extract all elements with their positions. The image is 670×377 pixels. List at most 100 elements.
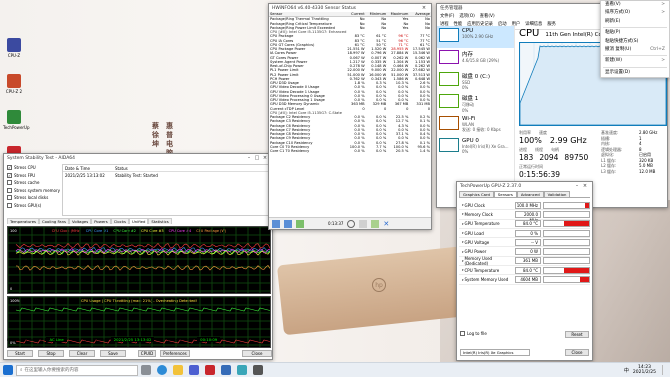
desktop-icon[interactable]: TechPowerUp [3,110,30,130]
sensor-row[interactable]: IA Cores Power 18.997 W 0.796 W 27.884 W 15.… [269,51,431,55]
reset-icon[interactable]: ✕ [383,220,391,228]
context-menu-item[interactable]: 粘贴(P) [601,29,669,37]
tm-resource-item[interactable]: 磁盘 1 可移动 0% [437,92,514,114]
desktop-icon[interactable]: CPU-Z [3,38,25,58]
notification-icon[interactable] [662,365,670,375]
aida-tab[interactable]: Voltages [69,218,92,224]
dropdown-icon[interactable]: ▾ [462,250,464,254]
clock-icon[interactable] [347,219,356,228]
close-icon[interactable]: × [581,183,589,189]
ime-indicator[interactable]: 中 [624,367,629,374]
context-menu-item[interactable]: 刷新(E) [601,18,669,26]
context-menu-item[interactable]: 粘贴快捷方式(S) [601,38,669,46]
network-icon[interactable] [296,219,304,228]
settings-icon[interactable] [359,219,368,228]
aida-tab[interactable]: Powers [91,218,111,224]
stress-option[interactable]: ✓ Stress FPU [7,172,61,180]
aida-tab[interactable]: Clocks [110,218,130,224]
tm-resource-item[interactable]: Wi-Fi WLAN 发送: 0 接收: 0 Kbps [437,114,514,136]
task-manager-taskbar-icon[interactable] [237,365,247,375]
tm-menu-item[interactable]: 文件(F) [440,13,454,19]
store-icon[interactable] [189,365,199,375]
save-report-icon[interactable] [371,219,380,228]
close-button[interactable]: Close [565,349,589,356]
dropdown-icon[interactable]: ▾ [462,212,464,216]
hwinfo-taskbar-icon[interactable] [221,365,231,375]
minimize-icon[interactable]: – [245,155,253,161]
aida-tab[interactable]: Unified [129,218,149,224]
gpuz-window[interactable]: TechPowerUp GPU-Z 2.37.0 – × Graphics Card… [456,181,593,361]
sensor-row[interactable]: PL1 Power Limit 22.000 W 9.000 W 22.000 W 27… [269,68,431,72]
stop-button[interactable]: Stop [38,350,64,357]
edge-icon[interactable] [157,365,167,375]
dropdown-icon[interactable]: ▾ [462,268,464,272]
cpuid-button[interactable]: CPUID [138,350,156,357]
aida64-titlebar[interactable]: System Stability Test - AIDA64– □ × [4,154,272,162]
context-menu-item[interactable]: 显示设置(D) [601,69,669,77]
gpu-select[interactable]: Intel(R) Iris(R) Xe Graphics [460,349,530,356]
dropdown-icon[interactable]: ▾ [462,231,464,235]
stress-option[interactable]: Stress cache [7,179,61,187]
tm-resource-item[interactable]: 磁盘 0 (C:) SSD 0% [437,70,514,92]
aida64-window[interactable]: System Stability Test - AIDA64– □ × ✓ Stres… [3,153,273,360]
tm-tab[interactable]: 详细信息 [525,21,542,28]
start-button[interactable]: Start [7,350,33,357]
stress-option[interactable]: Stress GPU(s) [7,202,61,210]
tm-resource-item[interactable]: GPU 0 Intel(R) Iris(R) Xe Gra... 0% [437,136,514,158]
stress-option[interactable]: Stress local disks [7,194,61,202]
explorer-icon[interactable] [173,365,183,375]
save-button[interactable]: Save [100,350,126,357]
context-menu-item[interactable]: 撤消 复制(U) Ctrl+Z [601,46,669,54]
context-menu-item[interactable]: 新建(W) > [601,57,669,65]
dropdown-icon[interactable]: ▾ [462,259,464,263]
context-menu-item[interactable]: 排序方式(O) > [601,9,669,17]
nav-back-icon[interactable] [272,219,280,228]
tm-menu-item[interactable]: 查看(V) [480,13,495,19]
dropdown-icon[interactable]: ▾ [462,278,464,282]
stress-checkbox[interactable]: ✓ [7,165,12,171]
minimize-icon[interactable]: – [573,183,581,189]
gpuz-titlebar[interactable]: TechPowerUp GPU-Z 2.37.0 – × [457,182,592,190]
context-menu-item[interactable]: 个性化(R) [601,77,669,78]
stress-option[interactable]: Stress system memory [7,187,61,195]
gpuz-tab[interactable]: Validation [543,191,571,197]
stress-checkbox[interactable]: ✓ [7,172,12,178]
close-button[interactable]: Close [242,350,272,357]
preferences-button[interactable]: Preferences [160,350,190,357]
gpuz-taskbar-icon[interactable] [253,365,263,375]
aida-tab[interactable]: Statistics [148,218,172,224]
stress-checkbox[interactable] [7,195,12,201]
close-icon[interactable]: × [420,5,428,11]
aida-tab[interactable]: Cooling Fans [39,218,70,224]
tm-tab[interactable]: 服务 [547,21,556,28]
maximize-icon[interactable]: □ [253,155,261,161]
aida-tab[interactable]: Temperatures [7,218,40,224]
gpuz-tab[interactable]: Sensors [493,191,517,197]
hwinfo-titlebar[interactable]: HWiNFO64 v6.40-4330 Sensor Status × [269,4,431,12]
gpuz-tab[interactable]: Advanced [516,191,544,197]
stress-checkbox[interactable] [7,202,12,208]
tm-menu-item[interactable]: 选项(O) [459,13,474,19]
taskbar-search[interactable]: ⌕ 在这里输入你要搜索的内容 [16,364,138,376]
clear-button[interactable]: Clear [69,350,95,357]
log-checkbox[interactable] [460,331,465,336]
dropdown-icon[interactable]: ▾ [462,240,464,244]
context-menu-item[interactable]: 查看(V) > [601,1,669,9]
column-header[interactable]: Maximum [387,12,410,18]
stress-checkbox[interactable] [7,187,12,193]
tm-resource-item[interactable]: CPU 100% 2.90 GHz [437,26,514,48]
stress-option[interactable]: ✓ Stress CPU [7,164,61,172]
nav-forward-icon[interactable] [284,219,292,228]
aida64-taskbar-icon[interactable] [205,365,215,375]
task-view-icon[interactable] [141,365,151,375]
hwinfo-window[interactable]: HWiNFO64 v6.40-4330 Sensor Status × Senso… [268,3,432,230]
start-icon[interactable] [3,365,13,375]
gpuz-tab[interactable]: Graphics Card [459,191,494,197]
reset-button[interactable]: Reset [565,331,589,338]
dropdown-icon[interactable]: ▾ [462,203,464,207]
sensor-row[interactable]: Core C1 T0 Residency 0.0 % 0.0 % 20.5 % 1.4 … [269,149,431,153]
stress-checkbox[interactable] [7,180,12,186]
log-to-file[interactable]: Log to file [460,331,487,336]
tm-resource-item[interactable]: 内存 4.6/15.8 GB (29%) [437,48,514,70]
dropdown-icon[interactable]: ▾ [462,222,464,226]
